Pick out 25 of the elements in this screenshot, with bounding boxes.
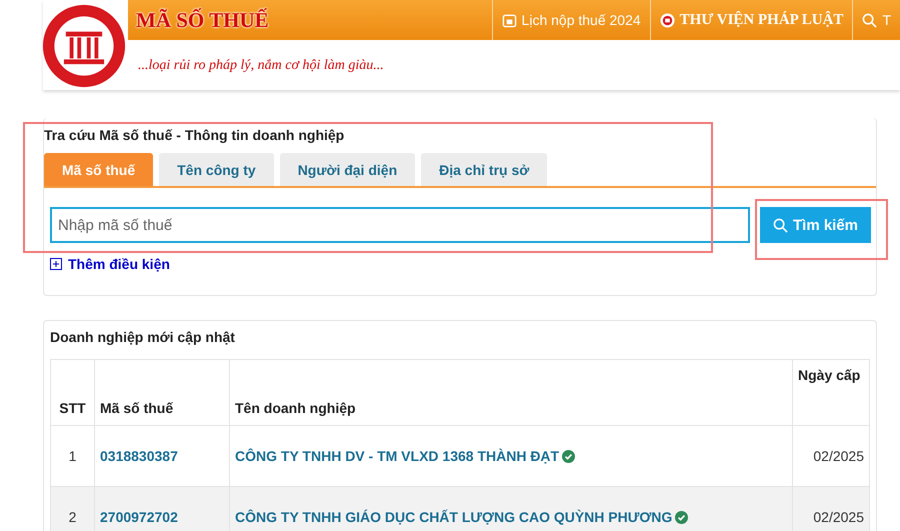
search-icon — [772, 218, 788, 232]
company-link[interactable]: CÔNG TY TNHH DV - TM VLXD 1368 THÀNH ĐẠT — [235, 448, 560, 464]
tab[interactable]: Mã số thuế — [44, 153, 154, 186]
plus-box-icon — [50, 258, 62, 270]
table-cell: 02/2025 — [792, 486, 870, 531]
search-title: Tra cứu Mã số thuế - Thông tin doanh nghiệp — [44, 127, 346, 143]
search-field[interactable]: Nhập mã số thuế — [50, 207, 750, 243]
site-title: MÃ SỐ THUẾ — [135, 8, 269, 32]
add-condition-link[interactable]: Thêm điều kiện — [50, 256, 170, 272]
column-header: Tên doanh nghiệp — [230, 360, 792, 426]
column-header: STT — [50, 360, 94, 426]
column-header: Mã số thuế — [94, 360, 230, 426]
slogan: ...loại rủi ro pháp lý, nắm cơ hội làm giàu... — [138, 58, 385, 74]
company-link[interactable]: CÔNG TY TNHH GIÁO DỤC CHẤT LƯỢNG CAO QUỲNH PHƯƠNG — [235, 509, 672, 525]
tab[interactable]: Địa chỉ trụ sở — [421, 153, 548, 186]
table-cell: 2 — [50, 486, 94, 531]
tab[interactable]: Tên công ty — [159, 153, 274, 186]
calendar-icon — [502, 12, 517, 28]
emblem-icon — [660, 12, 675, 28]
tab[interactable]: Người đại diện — [280, 153, 416, 186]
search-button[interactable]: Tìm kiếm — [760, 207, 871, 243]
section-title: Doanh nghiệp mới cập nhật — [50, 329, 236, 345]
column-header: Ngày cấp — [792, 360, 870, 426]
search-icon — [862, 12, 878, 28]
tax-code-link[interactable]: 2700972702 — [94, 486, 230, 531]
